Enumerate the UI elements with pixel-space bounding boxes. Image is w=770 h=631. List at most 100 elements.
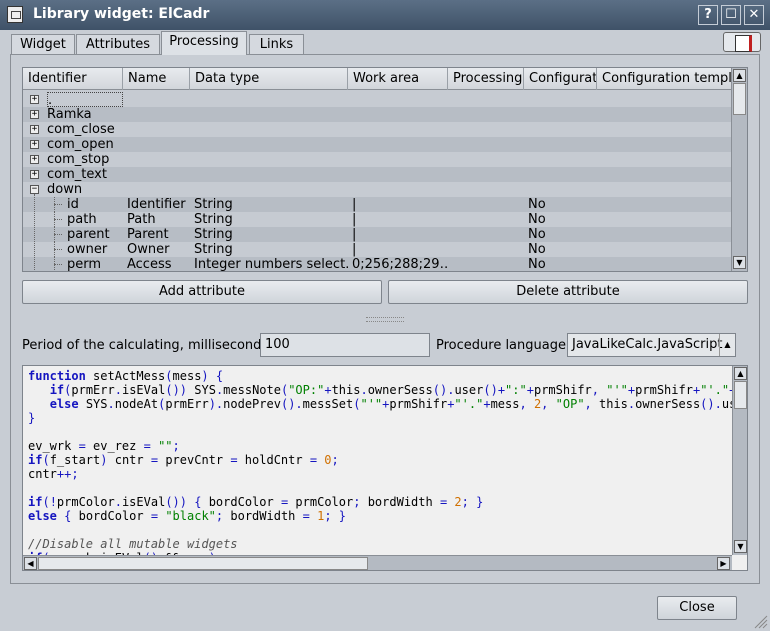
- tree-branch-line: [54, 204, 62, 205]
- tree-row[interactable]: owner Owner String | No: [23, 242, 731, 257]
- chevron-updown-icon: ▲: [719, 334, 735, 356]
- col-data-type[interactable]: Data type: [190, 68, 348, 90]
- library-book-icon[interactable]: [723, 32, 761, 52]
- language-label: Procedure language:: [436, 338, 571, 353]
- col-configuration[interactable]: Configurati: [524, 68, 597, 90]
- tree-branch-line: [54, 219, 62, 220]
- tab-links[interactable]: Links: [249, 34, 304, 54]
- tree-row[interactable]: + com_text: [23, 167, 731, 182]
- tree-guide-line: [54, 197, 55, 212]
- scroll-thumb[interactable]: [733, 83, 746, 115]
- tab-widget[interactable]: Widget: [11, 34, 75, 54]
- cell-configuration: No: [528, 257, 546, 272]
- expand-icon[interactable]: +: [30, 95, 39, 104]
- tree-row[interactable]: − down: [23, 182, 731, 197]
- cell-identifier: parent: [67, 227, 110, 242]
- cell-identifier: owner: [67, 242, 108, 257]
- code-scroll-left-icon[interactable]: ◀: [24, 557, 37, 570]
- close-button[interactable]: Close: [657, 596, 737, 620]
- col-identifier[interactable]: Identifier: [23, 68, 123, 90]
- close-icon[interactable]: ✕: [744, 5, 764, 25]
- col-work-area[interactable]: Work area: [348, 68, 448, 90]
- cell-data-type: [194, 167, 348, 182]
- code-scroll-right-icon[interactable]: ▶: [717, 557, 730, 570]
- code-text[interactable]: function setActMess(mess) { if(prmErr.is…: [28, 369, 733, 555]
- add-attribute-button[interactable]: Add attribute: [22, 280, 382, 304]
- code-line: cntr++;: [28, 467, 79, 481]
- cell-data-type: [194, 122, 348, 137]
- cell-work-area: 0;256;288;29…: [352, 257, 448, 272]
- tree-guide-line: [54, 227, 55, 242]
- code-scroll-down-icon[interactable]: ▼: [734, 540, 747, 553]
- scroll-up-icon[interactable]: ▲: [733, 69, 746, 82]
- tree-header: Identifier Name Data type Work area Proc…: [23, 68, 731, 90]
- language-select[interactable]: JavaLikeCalc.JavaScript ▲: [567, 333, 736, 357]
- cell-configuration: [528, 137, 597, 152]
- scroll-down-icon[interactable]: ▼: [733, 256, 746, 269]
- period-input[interactable]: 100: [260, 333, 430, 357]
- tree-vertical-scrollbar[interactable]: ▲ ▼: [731, 68, 747, 271]
- cell-identifier: down: [47, 182, 83, 197]
- cell-name: [127, 182, 190, 197]
- tree-row[interactable]: perm Access Integer numbers select… 0;256;2…: [23, 257, 731, 272]
- cell-configuration: No: [528, 227, 546, 242]
- expand-icon[interactable]: +: [30, 155, 39, 164]
- code-vertical-scrollbar[interactable]: ▲ ▼: [732, 366, 747, 555]
- tree-branch-line: [54, 264, 62, 265]
- code-line: function setActMess(mess) {: [28, 369, 224, 383]
- expand-icon[interactable]: +: [30, 125, 39, 134]
- collapse-icon[interactable]: −: [30, 185, 39, 194]
- cell-configuration: [528, 182, 597, 197]
- cell-work-area: [352, 107, 448, 122]
- tab-attributes[interactable]: Attributes: [76, 34, 160, 54]
- cell-identifier: com_text: [47, 167, 107, 182]
- code-scroll-up-icon[interactable]: ▲: [734, 367, 747, 380]
- language-value: JavaLikeCalc.JavaScript: [572, 337, 723, 352]
- attributes-tree[interactable]: Identifier Name Data type Work area Proc…: [22, 67, 748, 272]
- cell-identifier: com_open: [47, 137, 114, 152]
- splitter-handle[interactable]: [366, 317, 404, 322]
- cell-identifier: path: [67, 212, 97, 227]
- expand-icon[interactable]: +: [30, 170, 39, 179]
- cell-name: [127, 92, 190, 107]
- code-scroll-thumb[interactable]: [734, 381, 747, 409]
- tree-row[interactable]: + com_stop: [23, 152, 731, 167]
- col-processing[interactable]: Processing: [448, 68, 524, 90]
- window-menu-icon[interactable]: [7, 6, 23, 23]
- cell-work-area: [352, 122, 448, 137]
- tab-processing[interactable]: Processing: [161, 31, 247, 55]
- tree-guide-line: [34, 194, 35, 271]
- tree-row[interactable]: parent Parent String | No: [23, 227, 731, 242]
- col-name[interactable]: Name: [123, 68, 190, 90]
- tree-row[interactable]: +.: [23, 92, 731, 107]
- tree-row[interactable]: + com_open: [23, 137, 731, 152]
- tree-row[interactable]: + com_close: [23, 122, 731, 137]
- cell-work-area: |: [352, 242, 357, 257]
- tree-row[interactable]: path Path String | No: [23, 212, 731, 227]
- cell-configuration: [528, 92, 597, 107]
- col-configuration-template[interactable]: Configuration templa: [597, 68, 731, 90]
- period-label: Period of the calculating, milliseconds:: [22, 338, 273, 353]
- code-hscroll-thumb[interactable]: [38, 557, 368, 570]
- tree-row[interactable]: id Identifier String | No: [23, 197, 731, 212]
- cell-name: [127, 122, 190, 137]
- title-bar[interactable]: Library widget: ElCadr ? ☐ ✕: [0, 0, 770, 30]
- code-line: }: [28, 411, 36, 425]
- expand-icon[interactable]: +: [30, 110, 39, 119]
- cell-name: [127, 137, 190, 152]
- expand-icon[interactable]: +: [30, 140, 39, 149]
- delete-attribute-button[interactable]: Delete attribute: [388, 280, 748, 304]
- code-editor[interactable]: function setActMess(mess) { if(prmErr.is…: [22, 365, 748, 571]
- code-line: if(!prmColor.isEVal()) { bordColor = prm…: [28, 495, 484, 509]
- tree-guide-line: [54, 257, 55, 271]
- maximize-icon[interactable]: ☐: [721, 5, 741, 25]
- cell-configuration: [528, 152, 597, 167]
- cell-name: Owner: [127, 242, 170, 257]
- tree-row[interactable]: + Ramka: [23, 107, 731, 122]
- help-icon[interactable]: ?: [698, 5, 718, 25]
- resize-grip-icon[interactable]: [752, 613, 768, 629]
- cell-work-area: [352, 152, 448, 167]
- code-horizontal-scrollbar[interactable]: ◀ ▶: [23, 555, 732, 570]
- cell-configuration: [528, 167, 597, 182]
